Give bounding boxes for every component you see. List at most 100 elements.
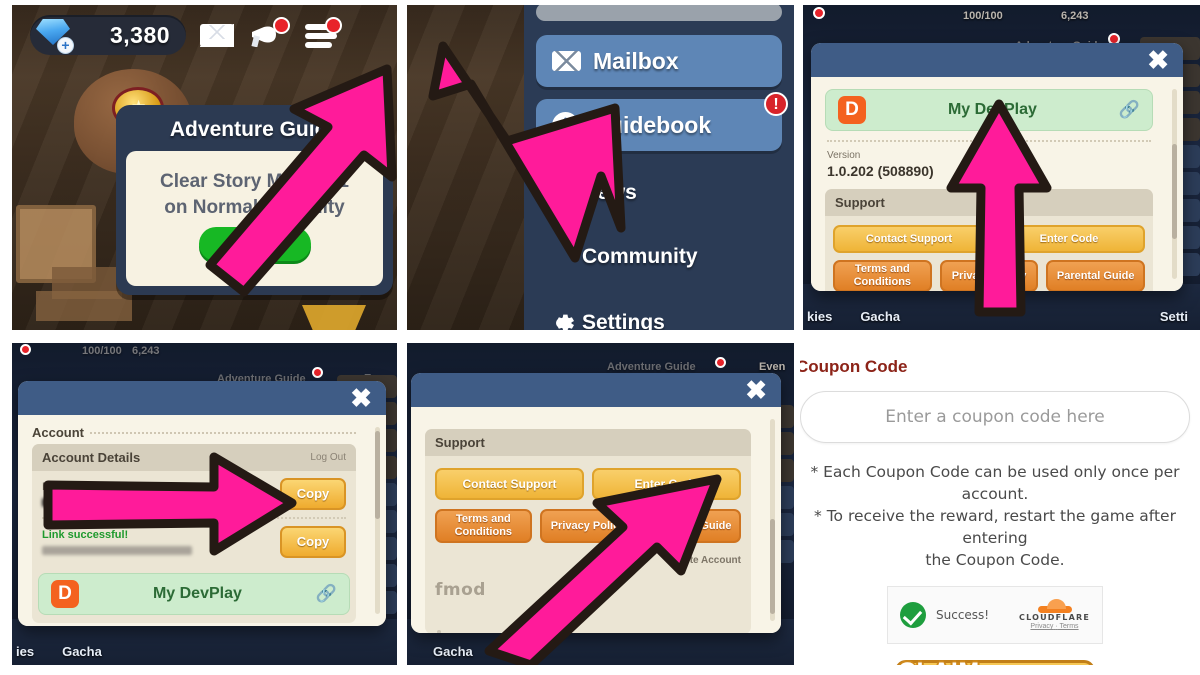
quest-title: Adventure Guide (169, 118, 340, 141)
close-icon[interactable]: ✖ (1147, 46, 1169, 74)
announcement-button[interactable] (248, 15, 291, 55)
note-line-1: * Each Coupon Code can be used only once… (810, 463, 1180, 503)
check-circle-icon (900, 602, 926, 628)
sidebar-item-guidebook[interactable]: i Guidebook ! (536, 92, 788, 151)
currency-pill[interactable]: + 3,380 (30, 15, 187, 55)
support-header: Support (425, 429, 751, 456)
settings-menu-panel: Mailbox i Guidebook ! News Community Set… (524, 5, 794, 330)
energy-counter: 100/100 (963, 10, 1003, 22)
scrollbar-track[interactable] (1172, 89, 1177, 279)
parental-guide-button[interactable]: Parental Guide (644, 509, 742, 543)
nav-cookies[interactable]: ies (16, 644, 34, 659)
devplay-logo: D (838, 96, 866, 124)
player-id-value-redacted (42, 498, 192, 507)
scrollbar-thumb[interactable] (770, 519, 775, 614)
coin-counter: 6,243 (1061, 10, 1089, 22)
player-id-block: Player ID: (42, 481, 192, 507)
nav-gacha[interactable]: Gacha (860, 309, 900, 324)
modal-header: ✖ (411, 373, 781, 407)
panel-side-menu: Mailbox i Guidebook ! News Community Set… (407, 5, 794, 330)
quest-line-1: Clear Story Mode 1-1 (160, 171, 349, 192)
sidebar-item-community[interactable]: Community (536, 231, 782, 283)
page-title: Coupon Code (800, 357, 908, 376)
coupon-code-input[interactable]: Enter a coupon code here (800, 391, 1190, 443)
sidebar-item-label: Community (582, 245, 698, 268)
turnstile-links[interactable]: Privacy · Terms (1019, 623, 1090, 630)
support-header: Support (825, 189, 1153, 216)
mail-button[interactable] (196, 15, 238, 55)
scrollbar-track[interactable] (375, 427, 380, 614)
sidebar-item-news[interactable]: News (536, 167, 782, 219)
add-gem-button[interactable]: + (57, 37, 74, 54)
settings-modal: ✖ Account Account Details Log Out Player… (18, 381, 386, 626)
account-details-card: Account Details Log Out Player ID: Copy (32, 444, 356, 623)
cloudflare-branding: CLOUDFLARE Privacy · Terms (1019, 599, 1090, 630)
link-icon[interactable]: 🔗 (1119, 100, 1140, 120)
sidebar-item-label: Mailbox (593, 47, 679, 74)
terms-and-conditions-button[interactable]: Terms and Conditions (833, 260, 932, 291)
menu-button[interactable] (300, 15, 343, 55)
cloudflare-turnstile-widget[interactable]: Success! CLOUDFLARE Privacy · Terms (887, 586, 1103, 644)
sidebar-item-label: Settings (582, 311, 665, 330)
devplay-account-row[interactable]: D My DevPlay 🔗 (38, 573, 350, 615)
support-buttons: Contact Support Enter Code Terms and Con… (425, 456, 751, 551)
devplay-account-name: My DevPlay (152, 585, 242, 602)
claim-reward-button[interactable]: CLAIM REWARD (895, 658, 1095, 665)
enter-code-button[interactable]: Enter Code (993, 225, 1145, 253)
version-block: Version 1.0.202 (508890) (825, 142, 1153, 183)
terms-link[interactable]: Terms (1060, 623, 1079, 630)
panel-settings-support: 100/100 6,243 Adventure Guide Even nde c… (803, 5, 1200, 330)
quest-progress-badge: 1/1 (198, 227, 311, 261)
notification-dot (813, 7, 825, 19)
coupon-input-placeholder: Enter a coupon code here (885, 407, 1105, 427)
scrollbar-thumb[interactable] (375, 431, 380, 519)
adventure-guide-card[interactable]: Adventure Guide Clear Story Mode 1-1 on … (116, 103, 393, 295)
privacy-policy-button[interactable]: Privacy Policy (539, 509, 637, 543)
devplay-account-row[interactable]: D My DevPlay 🔗 (825, 89, 1153, 131)
energy-counter: 100/100 (82, 345, 122, 357)
notification-dot (273, 17, 291, 34)
privacy-link[interactable]: Privacy (1030, 623, 1053, 630)
notification-dot (715, 357, 726, 368)
nav-gacha[interactable]: Gacha (433, 644, 473, 659)
coin-counter: 6,243 (132, 345, 160, 357)
close-icon[interactable]: ✖ (745, 376, 767, 404)
privacy-policy-button[interactable]: Privacy Policy (939, 260, 1039, 291)
envelope-icon (552, 51, 581, 71)
enter-code-button[interactable]: Enter Code (592, 468, 741, 500)
scrollbar-thumb[interactable] (1172, 144, 1177, 239)
link-status-block: Link successful! (42, 529, 192, 555)
nav-cookies[interactable]: kies (807, 309, 832, 324)
event-tab[interactable]: Even (759, 361, 785, 373)
notification-dot (20, 344, 31, 355)
note-line-3: the Coupon Code. (925, 551, 1065, 569)
panel-coupon-code-page: Coupon Code Enter a coupon code here * E… (800, 343, 1200, 665)
player-id-label: Player ID: (42, 481, 91, 493)
contact-support-button[interactable]: Contact Support (833, 225, 985, 253)
terms-and-conditions-button[interactable]: Terms and Conditions (435, 509, 532, 543)
contact-support-button[interactable]: Contact Support (435, 468, 584, 500)
copy-player-id-button[interactable]: Copy (280, 478, 346, 510)
link-icon[interactable]: 🔗 (316, 584, 337, 604)
envelope-icon (200, 24, 235, 47)
sidebar-item-mailbox[interactable]: Mailbox (536, 35, 782, 87)
quest-body: Clear Story Mode 1-1 on Normal Difficult… (126, 151, 383, 286)
parental-guide-button[interactable]: Parental Guide (1046, 260, 1146, 291)
version-value: 1.0.202 (508890) (827, 163, 934, 179)
link-status-text: Link successful! (42, 529, 129, 541)
card-header: Account Details Log Out (32, 444, 356, 471)
nav-settings[interactable]: Setti (1160, 309, 1188, 324)
sidebar-item-label: Guidebook (591, 111, 712, 138)
nav-gacha[interactable]: Gacha (62, 644, 102, 659)
modal-header: ✖ (811, 43, 1183, 77)
copy-linked-id-button[interactable]: Copy (280, 526, 346, 558)
delete-account-link[interactable]: Delete Account (425, 551, 751, 568)
menu-item-partial-top[interactable] (536, 5, 782, 21)
notification-dot (312, 367, 323, 378)
scrollbar-track[interactable] (770, 419, 775, 621)
log-out-link[interactable]: Log Out (310, 452, 346, 463)
top-hud: + 3,380 (30, 13, 343, 57)
sidebar-item-settings[interactable]: Settings (536, 297, 782, 330)
close-icon[interactable]: ✖ (350, 384, 372, 412)
panel-home-hud: ★ + 3,380 (12, 5, 397, 330)
